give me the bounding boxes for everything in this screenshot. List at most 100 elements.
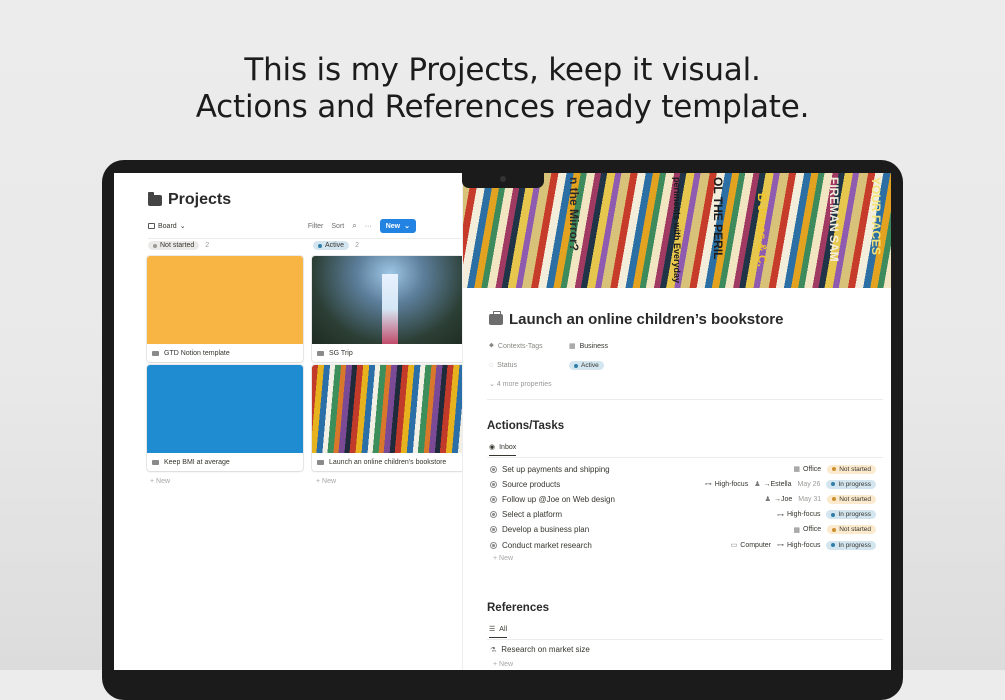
card-title: GTD Notion template	[164, 349, 230, 357]
status-badge: In progress	[826, 479, 876, 489]
task-name: Set up payments and shipping	[502, 464, 610, 474]
status-badge: Not started	[827, 525, 876, 535]
task-status-icon	[490, 541, 497, 549]
task-row[interactable]: Source products ⊶ High-focus ♟ →Estella May 2…	[490, 477, 876, 491]
status-pill-label: Active	[325, 242, 345, 249]
task-date-text: May 31	[798, 495, 822, 503]
task-context: ▦ Office	[793, 526, 821, 534]
computer-icon: ▭	[730, 542, 738, 549]
status-dot-icon	[832, 467, 837, 471]
task-meta: ▦ Office Not started	[793, 464, 876, 474]
task-name: Conduct market research	[502, 540, 592, 550]
page-title-text: Launch an online children’s bookstore	[509, 311, 784, 328]
search-icon[interactable]: ⌕	[352, 221, 356, 231]
list-icon: ☰	[489, 626, 496, 633]
task-status-icon	[490, 480, 497, 488]
waterfall-shape	[382, 274, 398, 344]
more-properties-toggle[interactable]: ⌄ 4 more properties	[489, 380, 552, 388]
divider	[487, 457, 883, 458]
task-assignee-text: →Estella	[763, 480, 792, 488]
person-icon: ♟	[764, 496, 771, 504]
banner-spine-text: OL THE PERIL	[711, 177, 725, 260]
task-meta: ♟ →Joe May 31 Not started	[764, 494, 876, 504]
status-dot-icon	[831, 543, 836, 547]
board-card[interactable]: SG Trip	[312, 256, 468, 362]
board-card[interactable]: Launch an online children's bookstore	[312, 365, 468, 471]
task-energy-text: High-focus	[787, 541, 821, 549]
chevron-down-icon[interactable]: ⌄	[404, 222, 410, 230]
banner-spine-text: n the Mirror?	[567, 177, 581, 251]
task-name: Source products	[502, 479, 561, 489]
view-switcher-board[interactable]: Board ⌄	[148, 222, 186, 230]
projects-title-text: Projects	[168, 191, 232, 208]
task-meta: ▦ Office Not started	[793, 525, 876, 535]
add-new-reference-button[interactable]: + New	[493, 661, 513, 668]
task-row[interactable]: Follow up @Joe on Web design ♟ →Joe May 31 N…	[490, 492, 876, 506]
toolbar-divider	[148, 238, 478, 239]
view-label: Board	[158, 222, 177, 230]
task-row[interactable]: Develop a business plan ▦ Office Not starte…	[490, 523, 876, 537]
property-status[interactable]: ◌ Status Active	[489, 361, 604, 370]
task-assignee: ♟ →Joe	[764, 495, 793, 504]
task-row[interactable]: Conduct market research ▭ Computer ⊶ High-fo…	[490, 538, 876, 552]
task-assignee-text: →Joe	[773, 495, 793, 503]
chevron-down-icon: ⌄	[179, 223, 186, 230]
task-row[interactable]: Set up payments and shipping ▦ Office Not s…	[490, 462, 876, 476]
page-icon	[152, 350, 159, 356]
sort-button[interactable]: Sort	[331, 223, 344, 230]
camera-icon	[500, 176, 506, 182]
board-card[interactable]: GTD Notion template	[147, 256, 303, 362]
task-status-icon	[490, 526, 497, 534]
filter-button[interactable]: Filter	[308, 223, 324, 230]
tab-all[interactable]: ☰ All	[489, 625, 508, 638]
column-count: 2	[205, 242, 210, 249]
task-status-icon	[490, 465, 497, 473]
briefcase-icon	[317, 459, 324, 465]
property-contexts[interactable]: ⬥ Contexts-Tags ▦ Business	[489, 342, 608, 350]
status-badge: In progress	[826, 540, 876, 550]
board-toolbar: Board ⌄ Filter Sort ⌕ ··· New ⌄	[148, 219, 416, 235]
card-title: SG Trip	[329, 349, 353, 357]
board-card[interactable]: Keep BMI at average	[147, 365, 303, 471]
folder-icon	[148, 191, 162, 206]
add-new-card-button[interactable]: + New	[150, 478, 170, 485]
property-label: Status	[497, 362, 518, 369]
task-energy: ⊶ High-focus	[777, 511, 820, 519]
building-icon: ▦	[793, 526, 801, 534]
task-date: May 31	[798, 496, 821, 503]
status-badge-label: In progress	[838, 480, 871, 488]
references-heading: References	[487, 602, 550, 614]
reference-item[interactable]: ⚗ Research on market size	[490, 645, 590, 654]
task-meta: ⊶ High-focus ♟ →Estella May 26 In progress	[705, 479, 876, 489]
task-name: Follow up @Joe on Web design	[502, 494, 615, 504]
task-energy: ⊶ High-focus	[705, 480, 749, 489]
add-new-card-button[interactable]: + New	[316, 478, 336, 485]
status-dot-icon	[831, 512, 836, 517]
status-badge: In progress	[826, 510, 876, 520]
status-pill-label: Not started	[160, 242, 195, 249]
status-badge: Not started	[827, 464, 876, 474]
notion-screen: Projects Board ⌄ Filter Sort ⌕ ··· New ⌄…	[114, 173, 891, 670]
task-row[interactable]: Select a platform ⊶ High-focus In progress	[490, 508, 876, 522]
card-cover	[147, 365, 303, 453]
add-new-task-button[interactable]: + New	[493, 555, 513, 562]
card-title: Launch an online children's bookstore	[329, 458, 447, 466]
tab-inbox[interactable]: ◉ Inbox	[489, 443, 517, 456]
page-title: Launch an online children’s bookstore	[489, 311, 783, 328]
glasses-icon: ⊶	[777, 542, 784, 549]
status-dot-icon	[574, 363, 578, 368]
column-header-active: Active 2	[313, 241, 359, 250]
new-button[interactable]: New ⌄	[379, 219, 416, 233]
property-label: Contexts-Tags	[497, 342, 543, 350]
tag-icon: ⬥	[489, 342, 494, 349]
status-badge-label: Active	[581, 362, 599, 369]
page-icon	[152, 459, 159, 465]
status-dot-icon	[318, 243, 322, 248]
more-options-button[interactable]: ···	[365, 223, 372, 230]
task-energy-text: High-focus	[714, 480, 749, 488]
task-assignee: ♟ →Estella	[754, 480, 792, 489]
card-cover-photo	[312, 256, 468, 344]
status-pill: Not started	[148, 241, 200, 250]
camera-notch	[462, 172, 544, 188]
page-peek: n the Mirror? OL THE PERIL periments wit…	[463, 173, 891, 670]
